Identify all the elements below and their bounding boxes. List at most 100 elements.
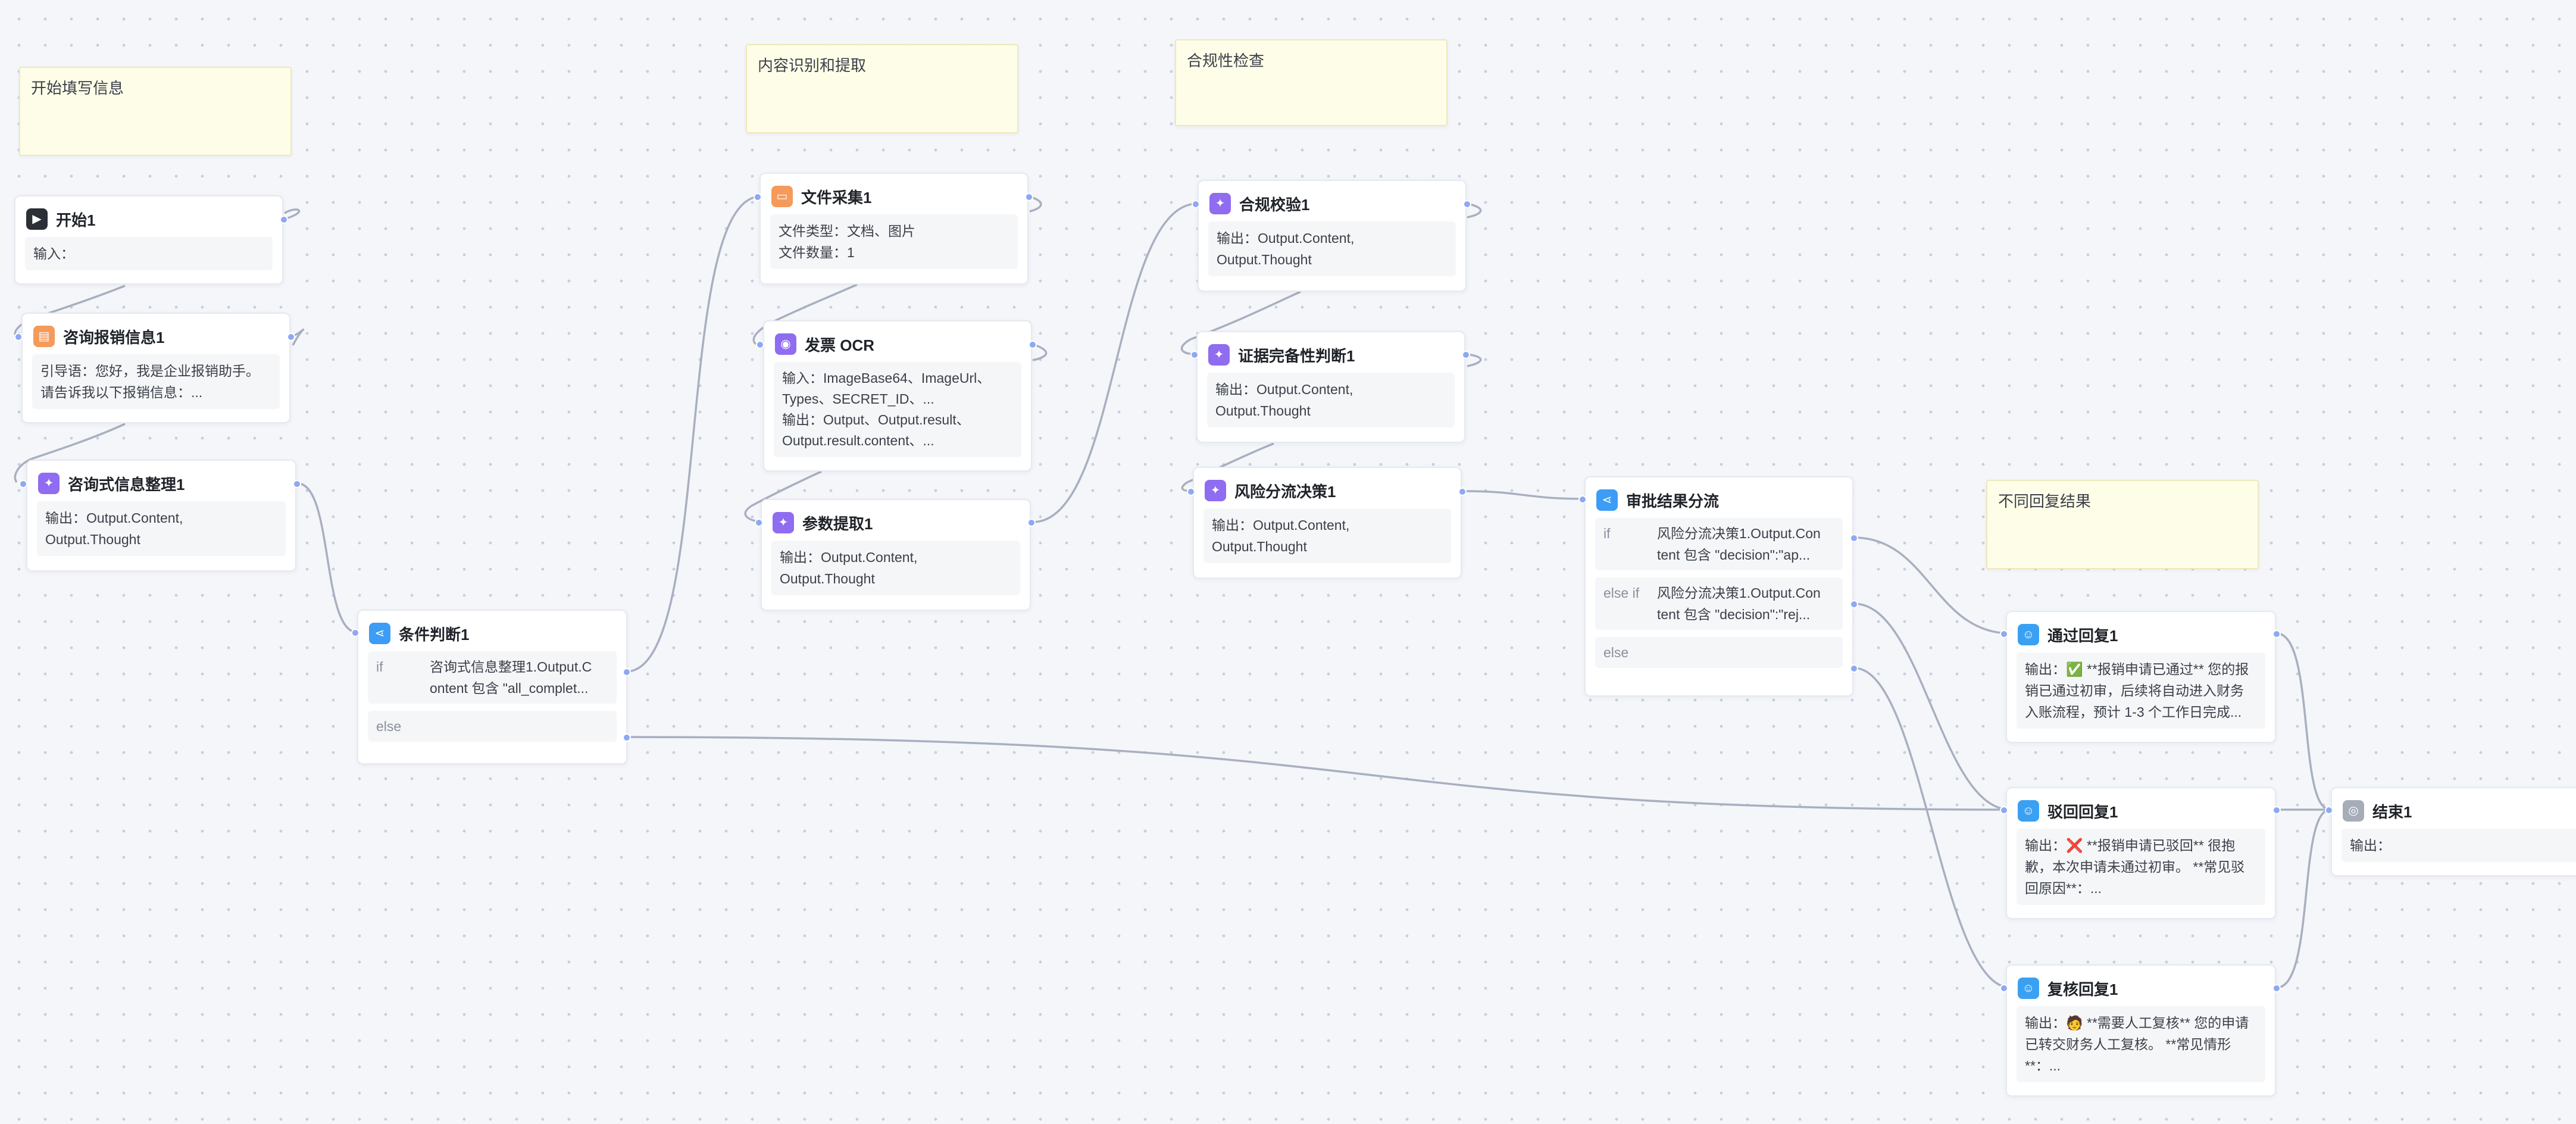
- node-organize-body: 输出：Output.Content, Output.Thought: [37, 501, 286, 556]
- node-param-title: 参数提取1: [802, 514, 873, 533]
- port-cond-else-out[interactable]: [623, 733, 631, 742]
- node-cond-header: ⋖ 条件判断1: [369, 620, 615, 647]
- sparkle-icon: ✦: [1205, 480, 1226, 501]
- port-cond-in[interactable]: [351, 629, 359, 637]
- node-cond[interactable]: ⋖ 条件判断1 if 咨询式信息整理1.Output.C ontent 包含 "…: [357, 610, 627, 764]
- port-evidence-out[interactable]: [1462, 351, 1470, 359]
- approval-elseif-text: 风险分流决策1.Output.Con tent 包含 "decision":"r…: [1657, 585, 1821, 622]
- port-evidence-in[interactable]: [1190, 351, 1199, 359]
- approval-elseif-keyword: else if: [1603, 585, 1640, 601]
- chat-icon: ☺: [2018, 624, 2039, 645]
- port-compcheck-in[interactable]: [1192, 200, 1200, 208]
- cond-if-text: 咨询式信息整理1.Output.C ontent 包含 "all_complet…: [430, 659, 592, 696]
- node-ocr[interactable]: ◉ 发票 OCR 输入：ImageBase64、ImageUrl、 Types、…: [763, 320, 1032, 472]
- edge-cond-else-to-reject: [626, 736, 2011, 811]
- port-organize-in[interactable]: [19, 480, 27, 488]
- node-start[interactable]: ▶ 开始1 输入：: [14, 195, 283, 285]
- node-organize[interactable]: ✦ 咨询式信息整理1 输出：Output.Content, Output.Tho…: [26, 460, 296, 572]
- port-param-out[interactable]: [1027, 519, 1036, 527]
- port-pass-out[interactable]: [2272, 630, 2281, 638]
- node-ocr-body: 输入：ImageBase64、ImageUrl、 Types、SECRET_ID…: [774, 362, 1021, 457]
- node-end[interactable]: ◎ 结束1 输出：: [2331, 787, 2576, 876]
- workflow-canvas[interactable]: 开始填写信息 内容识别和提取 合规性检查 不同回复结果 ▶ 开始1 输入： ▤ …: [0, 0, 2576, 1124]
- approval-else-row[interactable]: else: [1595, 637, 1843, 668]
- note-extract[interactable]: 内容识别和提取: [746, 44, 1018, 133]
- node-evidence[interactable]: ✦ 证据完备性判断1 输出：Output.Content, Output.Tho…: [1196, 331, 1465, 443]
- node-reject[interactable]: ☺ 驳回回复1 输出：❌ **报销申请已驳回** 很抱 歉，本次申请未通过初审。…: [2006, 787, 2276, 919]
- node-approval-header: ⋖ 审批结果分流: [1596, 487, 1842, 513]
- sparkle-icon: ✦: [1209, 193, 1231, 214]
- approval-if-row[interactable]: if 风险分流决策1.Output.Con tent 包含 "decision"…: [1595, 518, 1843, 570]
- node-end-title: 结束1: [2372, 803, 2412, 821]
- cond-else-row[interactable]: else: [368, 711, 617, 742]
- port-risk-in[interactable]: [1187, 488, 1195, 496]
- port-filecollect-in[interactable]: [754, 193, 762, 201]
- port-approval-elseif-out[interactable]: [1850, 600, 1858, 608]
- node-param[interactable]: ✦ 参数提取1 输出：Output.Content, Output.Though…: [761, 499, 1031, 611]
- port-reject-in[interactable]: [2000, 806, 2008, 814]
- port-compcheck-out[interactable]: [1463, 200, 1471, 208]
- port-ocr-out[interactable]: [1028, 341, 1037, 349]
- node-consult[interactable]: ▤ 咨询报销信息1 引导语：您好，我是企业报销助手。 请告诉我以下报销信息：..…: [21, 313, 290, 423]
- node-pass-body: 输出：✅ **报销申请已通过** 您的报 销已通过初审，后续将自动进入财务 入账…: [2017, 652, 2265, 729]
- note-start[interactable]: 开始填写信息: [19, 67, 292, 156]
- node-review-header: ☺ 复核回复1: [2018, 975, 2264, 1001]
- port-cond-if-out[interactable]: [623, 668, 631, 676]
- edge-organize-to-cond: [297, 482, 358, 633]
- node-consult-header: ▤ 咨询报销信息1: [33, 323, 279, 349]
- node-filecollect-body: 文件类型：文档、图片 文件数量：1: [770, 214, 1018, 269]
- port-organize-out[interactable]: [293, 480, 301, 488]
- chat-icon: ☺: [2018, 978, 2039, 999]
- node-ocr-title: 发票 OCR: [805, 336, 875, 354]
- port-pass-in[interactable]: [2000, 630, 2008, 638]
- note-reply[interactable]: 不同回复结果: [1986, 480, 2259, 569]
- edge-risk-to-approval: [1462, 490, 1587, 500]
- node-risk-body: 输出：Output.Content, Output.Thought: [1203, 508, 1451, 563]
- node-pass-title: 通过回复1: [2047, 626, 2118, 645]
- port-filecollect-out[interactable]: [1025, 193, 1033, 201]
- node-filecollect[interactable]: ▭ 文件采集1 文件类型：文档、图片 文件数量：1: [759, 173, 1028, 285]
- approval-else-keyword: else: [1603, 645, 1629, 660]
- note-reply-text: 不同回复结果: [1998, 492, 2092, 510]
- node-param-body: 输出：Output.Content, Output.Thought: [771, 541, 1020, 595]
- port-risk-out[interactable]: [1458, 488, 1467, 496]
- node-risk-title: 风险分流决策1: [1234, 482, 1336, 501]
- cond-if-row[interactable]: if 咨询式信息整理1.Output.C ontent 包含 "all_comp…: [368, 651, 617, 704]
- port-param-in[interactable]: [755, 519, 763, 527]
- port-ocr-in[interactable]: [756, 341, 764, 349]
- port-approval-else-out[interactable]: [1850, 664, 1858, 673]
- note-compliance[interactable]: 合规性检查: [1175, 39, 1448, 126]
- port-reject-out[interactable]: [2272, 806, 2281, 814]
- approval-elseif-row[interactable]: else if 风险分流决策1.Output.Con tent 包含 "deci…: [1595, 577, 1843, 630]
- node-compcheck[interactable]: ✦ 合规校验1 输出：Output.Content, Output.Though…: [1198, 180, 1467, 292]
- node-reject-title: 驳回回复1: [2047, 803, 2118, 821]
- clipboard-icon: ▤: [33, 326, 55, 347]
- cond-if-keyword: if: [376, 659, 383, 675]
- sparkle-icon: ✦: [773, 512, 794, 533]
- node-approval[interactable]: ⋖ 审批结果分流 if 风险分流决策1.Output.Con tent 包含 "…: [1584, 476, 1853, 697]
- branch-icon: ⋖: [369, 623, 390, 644]
- port-approval-if-out[interactable]: [1850, 534, 1858, 542]
- node-start-header: ▶ 开始1: [26, 206, 271, 232]
- port-end-in[interactable]: [2325, 806, 2333, 814]
- port-approval-in[interactable]: [1578, 495, 1587, 504]
- edge-cond-if-to-filecollect: [626, 195, 761, 673]
- node-compcheck-title: 合规校验1: [1239, 195, 1310, 214]
- port-consult-out[interactable]: [287, 333, 295, 341]
- node-review-body: 输出：🧑 **需要人工复核** 您的申请 已转交财务人工复核。 **常见情形 *…: [2017, 1006, 2265, 1082]
- port-consult-in[interactable]: [14, 333, 23, 341]
- port-start-out[interactable]: [280, 216, 288, 224]
- node-evidence-title: 证据完备性判断1: [1238, 346, 1355, 365]
- node-pass[interactable]: ☺ 通过回复1 输出：✅ **报销申请已通过** 您的报 销已通过初审，后续将自…: [2006, 611, 2276, 743]
- node-review[interactable]: ☺ 复核回复1 输出：🧑 **需要人工复核** 您的申请 已转交财务人工复核。 …: [2006, 964, 2276, 1097]
- port-review-out[interactable]: [2272, 984, 2281, 992]
- node-risk[interactable]: ✦ 风险分流决策1 输出：Output.Content, Output.Thou…: [1193, 467, 1462, 579]
- node-filecollect-title: 文件采集1: [801, 188, 872, 207]
- node-risk-header: ✦ 风险分流决策1: [1205, 477, 1450, 504]
- node-param-header: ✦ 参数提取1: [773, 510, 1019, 536]
- node-cond-title: 条件判断1: [399, 625, 470, 644]
- play-icon: ▶: [26, 208, 48, 230]
- port-review-in[interactable]: [2000, 984, 2008, 992]
- note-start-text: 开始填写信息: [31, 79, 124, 97]
- node-ocr-header: ◉ 发票 OCR: [775, 331, 1020, 357]
